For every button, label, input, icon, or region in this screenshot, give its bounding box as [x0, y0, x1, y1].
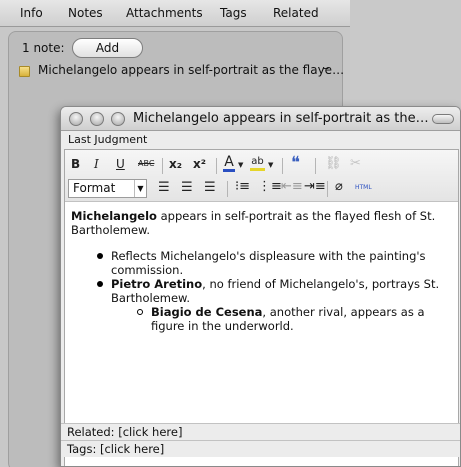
- tab-notes[interactable]: Notes: [68, 6, 103, 20]
- note-count-label: 1 note:: [22, 41, 65, 55]
- toolbar-divider: [315, 158, 316, 174]
- indent-icon[interactable]: ⇥≡: [304, 179, 326, 194]
- text-color-button[interactable]: A: [223, 155, 235, 172]
- bullet-icon: [97, 253, 103, 259]
- unlink-icon[interactable]: ✂: [350, 156, 361, 171]
- minimize-window-icon[interactable]: [90, 112, 104, 126]
- chevron-down-icon: ▼: [134, 180, 146, 197]
- bullet-list: Reflects Michelangelo's displeasure with…: [71, 249, 453, 333]
- note-window: Michelangelo appears in self-portrait as…: [60, 106, 461, 467]
- toolbar-divider: [282, 158, 283, 174]
- bold-text: Biagio de Cesena: [151, 305, 263, 319]
- window-title: Michelangelo appears in self-portrait as…: [133, 111, 429, 126]
- bold-button[interactable]: B: [71, 157, 80, 171]
- toolbar-divider: [216, 158, 217, 174]
- tab-related[interactable]: Related: [273, 6, 319, 20]
- bullet-list-icon[interactable]: ⁝≡: [235, 179, 250, 194]
- outdent-icon[interactable]: ⇤≡: [281, 179, 303, 194]
- numbered-list-icon[interactable]: ⋮≡: [258, 179, 282, 194]
- align-left-icon[interactable]: ☰: [158, 180, 170, 195]
- note-icon: [19, 66, 30, 77]
- superscript-button[interactable]: x²: [193, 157, 206, 171]
- italic-button[interactable]: I: [94, 157, 99, 171]
- remove-note-button[interactable]: –: [323, 61, 329, 75]
- add-note-button[interactable]: Add: [72, 38, 143, 58]
- list-item: Biagio de Cesena, another rival, appears…: [71, 305, 453, 333]
- note-footer: Related: [click here] Tags: [click here]: [61, 423, 460, 457]
- related-link[interactable]: Related: [click here]: [61, 423, 460, 440]
- blockquote-button[interactable]: ❝: [291, 153, 300, 173]
- note-editor: B I U ABC x₂ x² A ▼ ab ▼ ❝ ⛓ ✂ Format ▼ …: [64, 149, 459, 466]
- underline-button[interactable]: U: [116, 157, 125, 171]
- align-center-icon[interactable]: ☰: [181, 180, 193, 195]
- tab-attachments[interactable]: Attachments: [126, 6, 203, 20]
- chevron-down-icon[interactable]: ▼: [268, 161, 273, 169]
- tab-tags[interactable]: Tags: [220, 6, 247, 20]
- window-titlebar[interactable]: Michelangelo appears in self-portrait as…: [61, 107, 460, 131]
- toolbar-divider: [162, 158, 163, 174]
- note-list-item[interactable]: Michelangelo appears in self-portrait as…: [38, 63, 344, 77]
- sub-bullet-icon: [137, 309, 143, 315]
- note-paragraph: Michelangelo appears in self-portrait as…: [71, 209, 453, 237]
- close-window-icon[interactable]: [69, 112, 83, 126]
- tab-info[interactable]: Info: [20, 6, 43, 20]
- tab-bar: Info Notes Attachments Tags Related: [0, 0, 350, 27]
- link-icon[interactable]: ⛓: [325, 156, 342, 171]
- bold-text: Michelangelo: [71, 209, 157, 223]
- highlight-color-button[interactable]: ab: [250, 155, 265, 171]
- bold-text: Pietro Aretino: [111, 277, 203, 291]
- format-select-value: Format: [73, 181, 116, 195]
- clear-formatting-icon[interactable]: ⌀: [335, 179, 343, 194]
- html-source-button[interactable]: HTML: [355, 184, 372, 191]
- align-right-icon[interactable]: ☰: [204, 180, 216, 195]
- toolbar-toggle-icon[interactable]: [432, 114, 454, 124]
- bullet-icon: [97, 281, 103, 287]
- zoom-window-icon[interactable]: [111, 112, 125, 126]
- toolbar-divider: [227, 181, 228, 197]
- chevron-down-icon[interactable]: ▼: [238, 161, 243, 169]
- list-item: Pietro Aretino, no friend of Michelangel…: [71, 277, 453, 305]
- tags-link[interactable]: Tags: [click here]: [61, 440, 460, 457]
- editor-toolbar: B I U ABC x₂ x² A ▼ ab ▼ ❝ ⛓ ✂ Format ▼ …: [65, 150, 458, 202]
- note-content[interactable]: Michelangelo appears in self-portrait as…: [71, 209, 453, 333]
- strikethrough-button[interactable]: ABC: [138, 159, 154, 168]
- parent-item-title: Last Judgment: [68, 133, 148, 146]
- format-select[interactable]: Format ▼: [68, 179, 147, 198]
- list-item-text: Reflects Michelangelo's displeasure with…: [111, 249, 426, 277]
- list-item: Reflects Michelangelo's displeasure with…: [71, 249, 453, 277]
- toolbar-divider: [327, 181, 328, 197]
- subscript-button[interactable]: x₂: [169, 157, 182, 171]
